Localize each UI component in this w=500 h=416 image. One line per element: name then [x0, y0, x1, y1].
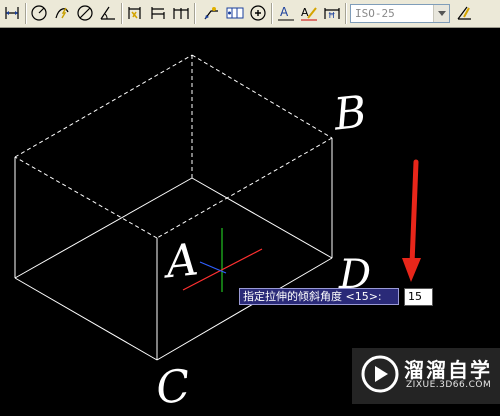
tolerance-icon[interactable] [225, 3, 245, 23]
svg-text:A: A [280, 5, 289, 19]
center-mark-icon[interactable] [248, 3, 268, 23]
command-prompt: 指定拉伸的倾斜角度 <15>: [239, 288, 399, 305]
svg-text:Ħ: Ħ [328, 11, 335, 20]
dimension-text-edit-icon[interactable]: A [299, 3, 319, 23]
red-arrow-icon [402, 159, 421, 282]
label-c: C [154, 360, 193, 414]
dashed-top-face [14, 54, 333, 239]
leader-icon[interactable] [201, 3, 221, 23]
watermark-title: 溜溜自学 [404, 358, 492, 382]
radius-icon[interactable] [29, 3, 49, 23]
chevron-down-icon[interactable] [433, 5, 449, 22]
linear-dimension-icon[interactable] [2, 3, 22, 23]
dimension-style-value: ISO-25 [355, 7, 395, 20]
continue-icon[interactable] [171, 3, 191, 23]
watermark-logo-icon [361, 355, 399, 393]
watermark: 溜溜自学 ZIXUE.3D66.COM [352, 348, 500, 404]
dimension-toolbar: A A Ħ ISO-25 [0, 0, 500, 28]
dimension-edit-icon[interactable]: A [276, 3, 296, 23]
baseline-icon[interactable] [148, 3, 168, 23]
watermark-url: ZIXUE.3D66.COM [406, 380, 492, 390]
dimension-style-icon[interactable] [454, 3, 474, 23]
dimension-update-icon[interactable]: Ħ [322, 3, 342, 23]
jogged-icon[interactable] [52, 3, 72, 23]
box-wireframe [14, 54, 333, 361]
label-b: B [331, 86, 369, 140]
quick-dimension-icon[interactable] [125, 3, 145, 23]
dimension-style-dropdown[interactable]: ISO-25 [350, 4, 450, 23]
label-a: A [160, 234, 201, 288]
angle-input-field[interactable]: 15 [404, 288, 433, 306]
angular-icon[interactable] [98, 3, 118, 23]
diameter-icon[interactable] [75, 3, 95, 23]
